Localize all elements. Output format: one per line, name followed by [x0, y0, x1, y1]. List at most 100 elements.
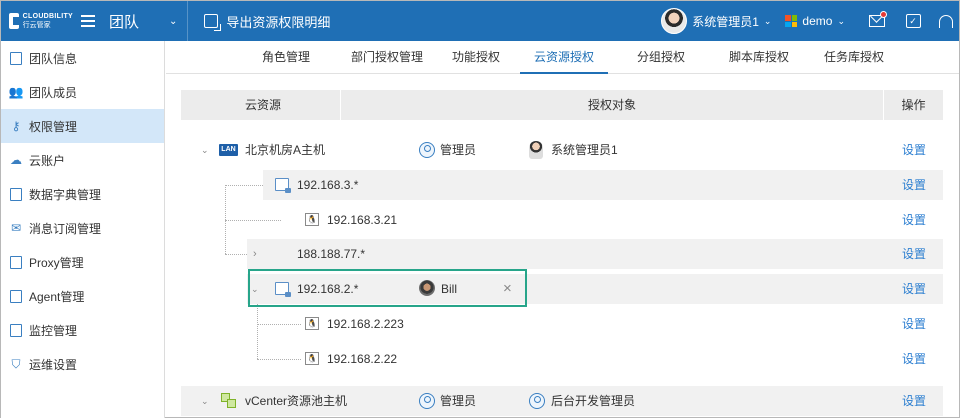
- settings-link[interactable]: 设置: [902, 274, 926, 304]
- monitor-icon: [9, 323, 23, 337]
- sidebar-item-cloud-account[interactable]: ☁ 云账户: [1, 143, 164, 177]
- tab-bar: 角色管理 部门授权管理 功能授权 云资源授权 分组授权 脚本库授权 任务库授权: [166, 41, 959, 74]
- sidebar-item-ops-settings[interactable]: ⛉ 运维设置: [1, 347, 164, 381]
- logo-icon: [9, 13, 23, 29]
- tab-role-management[interactable]: 角色管理: [246, 41, 326, 74]
- settings-link[interactable]: 设置: [902, 135, 926, 165]
- org-logo-icon: [785, 15, 798, 27]
- sidebar-item-label: Agent管理: [29, 289, 85, 304]
- chevron-down-icon[interactable]: ⌄: [169, 16, 177, 27]
- table-row[interactable]: ⌄ vCenter资源池主机 管理员 后台开发管理员 设置: [181, 386, 943, 416]
- sidebar-item-monitoring[interactable]: 监控管理: [1, 313, 164, 347]
- tab-task-library-authorization[interactable]: 任务库授权: [809, 41, 899, 74]
- settings-link[interactable]: 设置: [902, 309, 926, 339]
- resource-name: 192.168.3.21: [327, 213, 398, 227]
- org-switcher[interactable]: demo: [802, 14, 832, 28]
- sidebar-item-proxy[interactable]: Proxy管理: [1, 245, 164, 279]
- chevron-down-icon[interactable]: ⌄: [837, 16, 845, 27]
- sidebar-item-agent[interactable]: Agent管理: [1, 279, 164, 313]
- resource-name: 192.168.2.223: [327, 317, 404, 331]
- user-menu[interactable]: 系统管理员1: [692, 13, 759, 30]
- sidebar-item-data-dictionary[interactable]: 数据字典管理: [1, 177, 164, 211]
- sidebar-item-label: Proxy管理: [29, 255, 84, 270]
- tab-function-authorization[interactable]: 功能授权: [436, 41, 516, 74]
- resource-name: 192.168.2.22: [327, 352, 398, 366]
- tab-cloud-resource-authorization[interactable]: 云资源授权: [520, 41, 608, 74]
- settings-link[interactable]: 设置: [902, 205, 926, 235]
- cloud-icon: ☁: [10, 153, 22, 167]
- column-header-grantee: 授权对象: [341, 90, 884, 120]
- document-icon: [9, 51, 23, 65]
- linux-host-icon: 🐧: [305, 317, 319, 330]
- chevron-down-icon[interactable]: ⌄: [764, 16, 772, 27]
- sidebar-item-label: 团队信息: [29, 51, 78, 66]
- table-row[interactable]: 🐧 192.168.2.22 设置: [281, 344, 943, 374]
- grantee-name: 管理员: [440, 143, 477, 157]
- role-icon: [419, 393, 435, 409]
- role-icon: [419, 142, 435, 158]
- chevron-right-icon[interactable]: ›: [253, 239, 257, 269]
- sidebar-item-team-members[interactable]: 👥 团队成员: [1, 75, 164, 109]
- menu-icon[interactable]: [81, 15, 95, 27]
- table-row[interactable]: › 188.188.77.* 设置: [247, 239, 943, 269]
- sidebar-item-label: 团队成员: [29, 85, 78, 100]
- column-header-action: 操作: [901, 98, 926, 112]
- proxy-icon: [9, 255, 23, 269]
- tree-connector: [257, 304, 258, 359]
- top-bar: CLOUDBILITY 行云管家 团队 ⌄ 导出资源权限明细 系统管理员1 ⌄ …: [1, 1, 959, 41]
- user-key-icon: ⚷: [11, 119, 21, 133]
- settings-link[interactable]: 设置: [902, 170, 926, 200]
- grantee-name: 管理员: [440, 394, 477, 408]
- table-row[interactable]: 192.168.3.* 设置: [263, 170, 943, 200]
- sidebar: 团队信息 👥 团队成员 ⚷ 权限管理 ☁ 云账户 数据字典管理 ✉ 消息订阅管理…: [1, 41, 165, 418]
- logo-text-cn: 行云管家: [22, 22, 51, 29]
- resource-name: 北京机房A主机: [245, 143, 326, 157]
- team-label[interactable]: 团队: [109, 11, 139, 32]
- settings-link[interactable]: 设置: [902, 344, 926, 374]
- sidebar-item-label: 消息订阅管理: [29, 221, 102, 236]
- resource-name: 188.188.77.*: [297, 247, 366, 261]
- settings-link[interactable]: 设置: [902, 239, 926, 269]
- users-icon: 👥: [8, 85, 24, 99]
- table-row[interactable]: ⌄ LAN 北京机房A主机 管理员 系统管理员1 设置: [181, 135, 943, 165]
- sidebar-item-message-subscription[interactable]: ✉ 消息订阅管理: [1, 211, 164, 245]
- task-check-icon[interactable]: ✓: [903, 12, 923, 30]
- network-icon: [275, 178, 291, 193]
- highlight-box: [248, 269, 527, 307]
- export-permission-detail-link[interactable]: 导出资源权限明细: [226, 12, 330, 31]
- sidebar-item-permission-management[interactable]: ⚷ 权限管理: [1, 109, 164, 143]
- tree-connector: [225, 185, 263, 186]
- user-avatar-icon: [529, 141, 543, 159]
- brand-logo[interactable]: CLOUDBILITY 行云管家: [1, 12, 73, 30]
- grantee-name: 系统管理员1: [551, 143, 618, 157]
- settings-link[interactable]: 设置: [902, 386, 926, 416]
- export-icon[interactable]: [204, 14, 222, 31]
- resource-name: vCenter资源池主机: [245, 394, 348, 408]
- lan-icon: LAN: [219, 144, 238, 156]
- mail-icon: ✉: [10, 221, 22, 235]
- resource-name: 192.168.3.*: [297, 178, 359, 192]
- tab-script-library-authorization[interactable]: 脚本库授权: [714, 41, 804, 74]
- linux-host-icon: 🐧: [305, 213, 319, 226]
- sidebar-item-team-info[interactable]: 团队信息: [1, 41, 164, 75]
- table-row[interactable]: 🐧 192.168.2.223 设置: [281, 309, 943, 339]
- vcenter-icon: [221, 393, 237, 409]
- role-icon: [529, 393, 545, 409]
- chevron-down-icon[interactable]: ⌄: [201, 135, 209, 165]
- logo-text-en: CLOUDBILITY: [22, 13, 73, 20]
- table-row[interactable]: 🐧 192.168.3.21 设置: [281, 205, 943, 235]
- avatar[interactable]: [661, 8, 688, 34]
- notification-dot: [880, 11, 887, 18]
- tab-group-authorization[interactable]: 分组授权: [621, 41, 701, 74]
- cloud-resource-table: 云资源 授权对象 操作 ⌄ LAN 北京机房A主机 管理员 系统管理员1 设置 …: [181, 90, 943, 416]
- sidebar-item-label: 监控管理: [29, 323, 78, 338]
- message-icon[interactable]: [867, 11, 887, 30]
- tab-department-authorization[interactable]: 部门授权管理: [332, 41, 442, 74]
- divider: [187, 1, 189, 41]
- headset-icon[interactable]: [939, 12, 959, 30]
- shield-gear-icon: ⛉: [11, 357, 21, 371]
- sidebar-item-label: 数据字典管理: [29, 187, 102, 202]
- chevron-down-icon[interactable]: ⌄: [201, 386, 209, 416]
- linux-host-icon: 🐧: [305, 352, 319, 365]
- sidebar-item-label: 权限管理: [29, 119, 78, 134]
